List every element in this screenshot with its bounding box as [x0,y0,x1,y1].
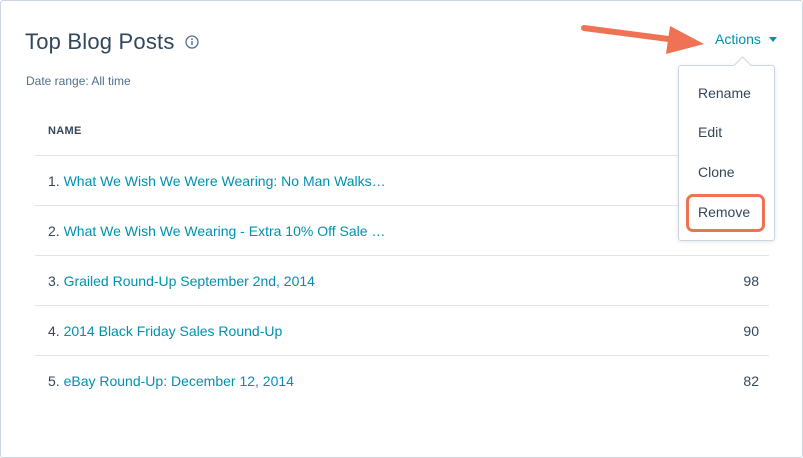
post-link[interactable]: 2014 Black Friday Sales Round-Up [64,323,283,339]
row-value: 98 [743,272,759,289]
annotation-arrow-icon [581,25,704,54]
actions-label: Actions [715,31,761,47]
info-icon[interactable] [184,35,199,49]
remove-highlight-box [686,194,765,232]
table-row: 1. What We Wish We Were Wearing: No Man … [35,156,769,206]
table-row: 5. eBay Round-Up: December 12, 2014 82 [35,356,769,405]
widget-title: Top Blog Posts [25,29,175,54]
date-range-label: Date range: All time [26,74,131,88]
post-link[interactable]: Grailed Round-Up September 2nd, 2014 [64,273,315,289]
row-number: 3. [48,272,60,289]
table-row: 4. 2014 Black Friday Sales Round-Up 90 [35,306,769,356]
row-number: 2. [48,222,60,239]
column-header-name: NAME [35,106,769,156]
post-link[interactable]: eBay Round-Up: December 12, 2014 [64,373,294,389]
caret-down-icon [768,36,777,42]
table-row: 3. Grailed Round-Up September 2nd, 2014 … [35,256,769,306]
actions-dropdown[interactable]: Actions [715,31,777,47]
row-number: 1. [48,172,60,189]
title-row: Top Blog Posts [25,29,199,55]
row-value: 82 [743,372,759,389]
row-number: 5. [48,372,60,389]
menu-item-rename[interactable]: Rename [698,85,751,101]
post-link[interactable]: What We Wish We Were Wearing: No Man Wal… [64,173,386,189]
row-value: 90 [743,322,759,339]
table-row: 2. What We Wish We Wearing - Extra 10% O… [35,206,769,256]
row-number: 4. [48,322,60,339]
menu-item-clone[interactable]: Clone [698,164,735,180]
post-link[interactable]: What We Wish We Wearing - Extra 10% Off … [64,223,386,239]
blog-posts-table: NAME 1. What We Wish We Were Wearing: No… [35,106,769,405]
menu-item-edit[interactable]: Edit [698,124,722,140]
